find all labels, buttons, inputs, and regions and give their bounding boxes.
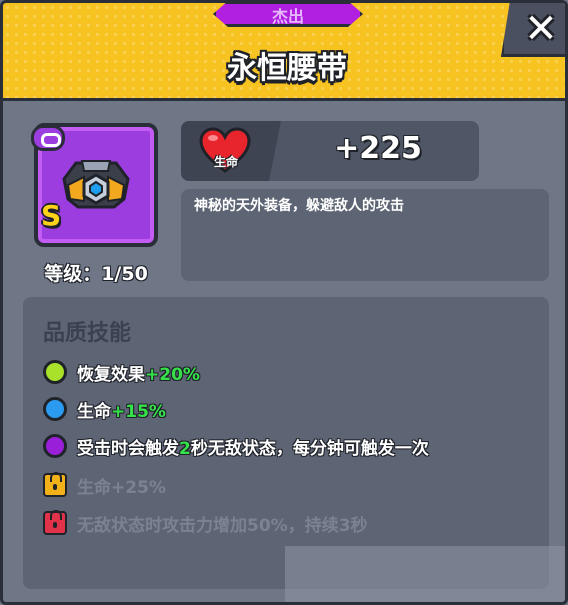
skills-title: 品质技能: [43, 321, 132, 346]
item-title: 永恒腰带: [227, 51, 347, 86]
lock-icon: [43, 472, 67, 497]
skill-dot-icon: [43, 360, 67, 384]
skill-row: 生命+15%: [43, 396, 166, 422]
locked-skill-row: 无敌状态时攻击力增加50%，持续3秒: [43, 510, 368, 536]
close-icon: ✕: [524, 6, 558, 52]
belt-icon: [62, 160, 130, 209]
skill-text: 受击时会触发2秒无敌状态，每分钟可触发一次: [77, 438, 429, 459]
skill-text: 恢复效果+20%: [77, 364, 200, 385]
skill-dot-icon: [43, 434, 67, 458]
skill-row: 受击时会触发2秒无敌状态，每分钟可触发一次: [43, 433, 429, 459]
locked-skill-text: 无敌状态时攻击力增加50%，持续3秒: [77, 515, 368, 536]
level-label: 等级：1/50: [44, 263, 148, 285]
skill-row: 恢复效果+20%: [43, 359, 200, 385]
belt-category-icon: [31, 125, 65, 151]
stat-value: +225: [334, 131, 422, 166]
lock-icon: [43, 510, 67, 535]
skill-text: 生命+15%: [77, 401, 166, 422]
grade-badge: S: [41, 199, 62, 232]
locked-skill-row: 生命+25%: [43, 472, 166, 498]
skill-dot-icon: [43, 397, 67, 421]
close-button[interactable]: ✕: [513, 5, 565, 53]
blurred-overlay: [285, 546, 565, 602]
rarity-label: 杰出: [271, 7, 304, 26]
description-text: 神秘的天外装备，躲避敌人的攻击: [194, 198, 404, 214]
stat-label: 生命: [213, 155, 238, 169]
item-detail-panel: 杰出 永恒腰带 ✕ S 等级：1/50 生命 +225 神秘的天外装备，躲避敌人…: [0, 0, 568, 605]
locked-skill-text: 生命+25%: [77, 477, 166, 498]
